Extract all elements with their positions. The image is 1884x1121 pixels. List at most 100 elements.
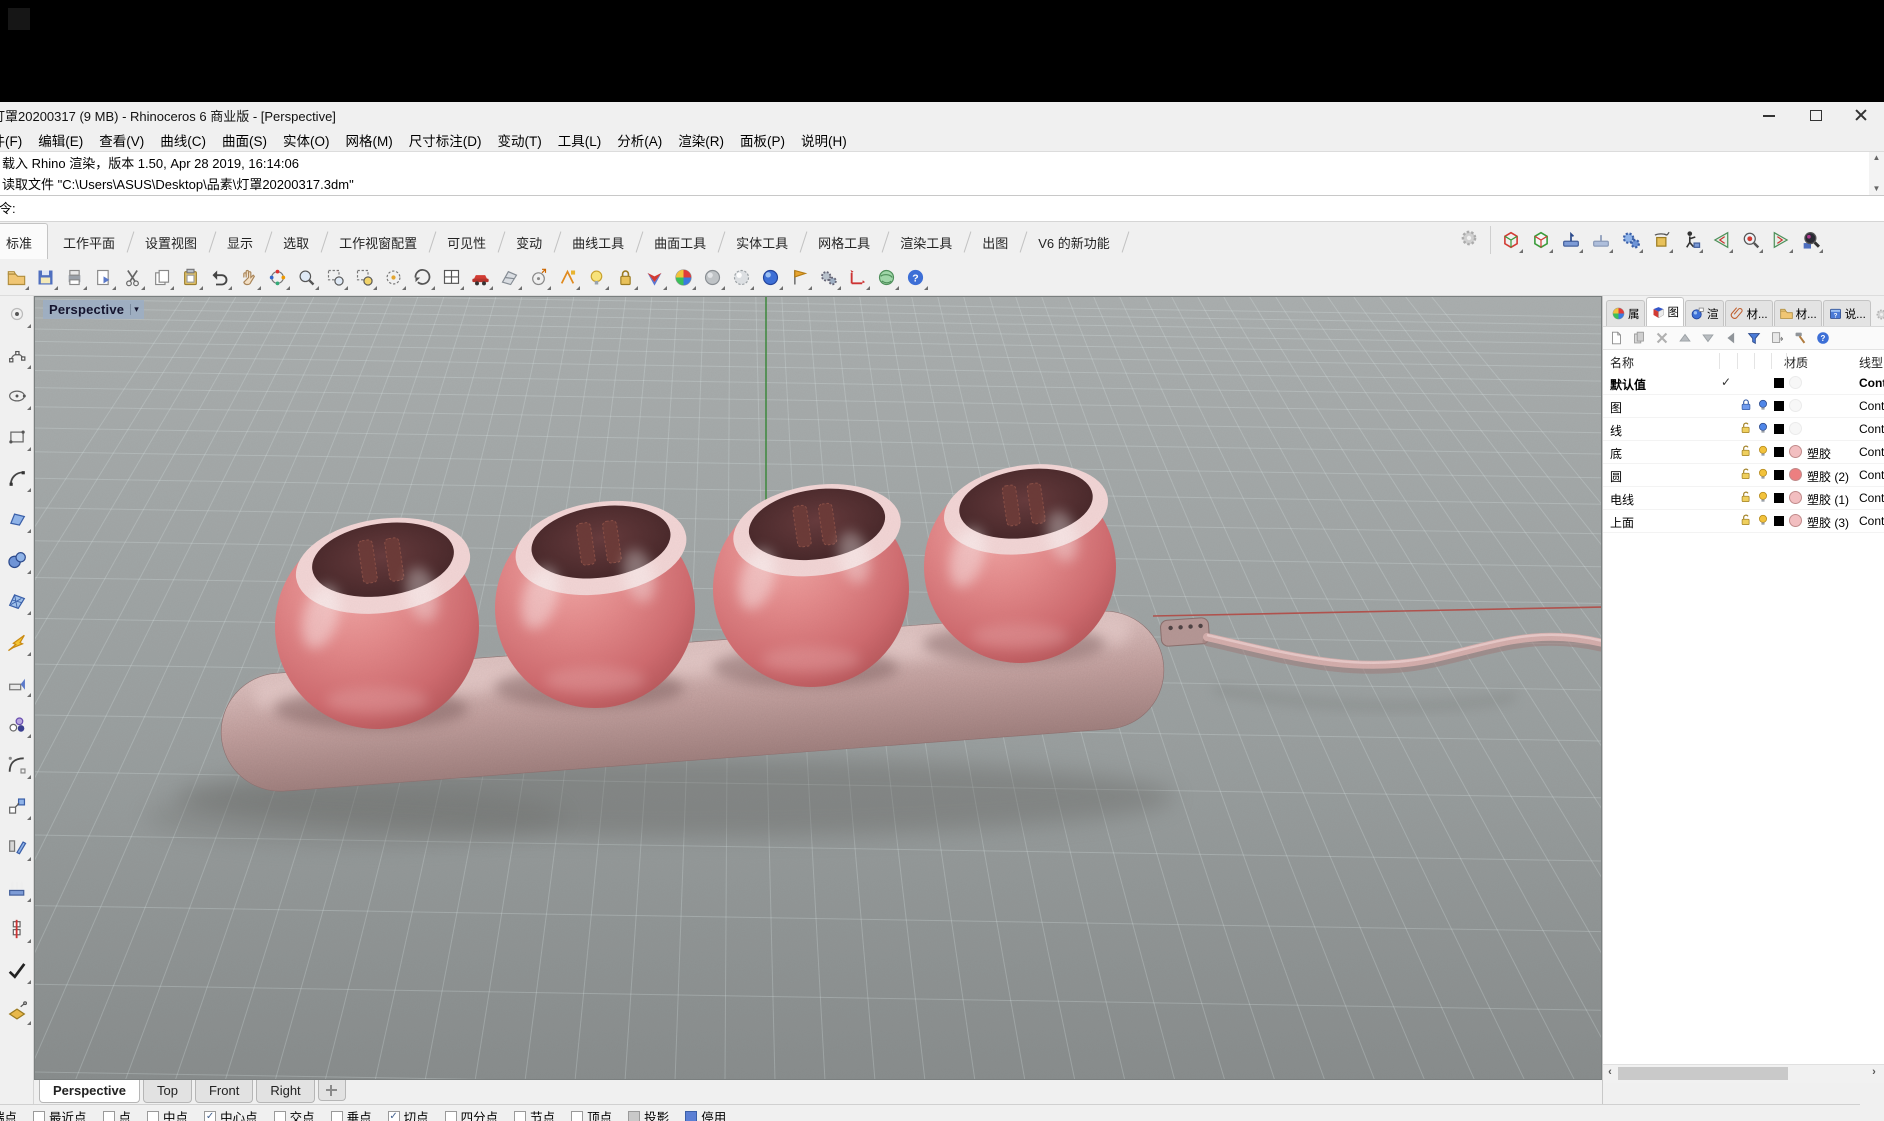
toolbar-tab[interactable]: 渲染工具 [885, 224, 967, 260]
lamp-bulb-button[interactable] [583, 264, 610, 291]
menu-item-5[interactable]: 实体(O) [275, 128, 338, 152]
pnl-copy-button[interactable] [1631, 330, 1647, 346]
scroll-left-icon[interactable]: ‹ [1603, 1066, 1617, 1078]
layer-bulb-icon[interactable] [1756, 513, 1770, 527]
settings-gears-button[interactable] [1617, 227, 1644, 254]
pnl-up-button[interactable] [1677, 330, 1693, 346]
toolbar-options-gear-icon[interactable] [1458, 227, 1484, 253]
help-button[interactable]: ? [902, 264, 929, 291]
zoom-lens-sphere-button[interactable] [1737, 227, 1764, 254]
layer-name[interactable]: 底 [1610, 445, 1622, 462]
cut-scissors-button[interactable] [119, 264, 146, 291]
pnl-left-button[interactable] [1723, 330, 1739, 346]
menu-item-8[interactable]: 变动(T) [490, 128, 550, 152]
lock-open-icon[interactable] [1739, 421, 1753, 435]
toolbar-tab[interactable]: 变动 [501, 224, 557, 260]
pnl-delete-button[interactable] [1654, 330, 1670, 346]
print-button[interactable] [61, 264, 88, 291]
lock-open-icon[interactable] [1739, 513, 1753, 527]
menu-item-13[interactable]: 说明(H) [793, 128, 855, 152]
layer-material-swatch[interactable] [1789, 491, 1802, 504]
undo-view-button[interactable] [409, 264, 436, 291]
viewport-tab-front[interactable]: Front [195, 1080, 253, 1103]
zoom-target-button[interactable] [380, 264, 407, 291]
osnap-checkbox[interactable] [445, 1111, 457, 1121]
command-history-scrollbar[interactable]: ▲ ▼ [1869, 152, 1884, 195]
osnap-交点[interactable]: 交点 [274, 1107, 315, 1121]
toolbar-tab[interactable]: 可见性 [432, 224, 501, 260]
osnap-四分点[interactable]: 四分点 [445, 1107, 499, 1121]
menu-item-2[interactable]: 查看(V) [91, 128, 152, 152]
viewport-title[interactable]: Perspective ▾ [43, 300, 144, 319]
toolbar-tab[interactable]: 工作平面 [48, 224, 130, 260]
cplane-circle-button[interactable] [525, 264, 552, 291]
osnap-中心点[interactable]: ✓中心点 [204, 1107, 258, 1121]
menu-item-11[interactable]: 渲染(R) [670, 128, 732, 152]
toolbar-tab[interactable]: 工作视窗配置 [324, 224, 432, 260]
zoom-window-button[interactable] [322, 264, 349, 291]
osnap-节点[interactable]: 节点 [514, 1107, 555, 1121]
toolbar-tab[interactable]: 设置视图 [130, 224, 212, 260]
osnap-checkbox[interactable] [514, 1111, 526, 1121]
command-input[interactable]: 指令: [0, 195, 1884, 222]
layer-name[interactable]: 上面 [1610, 514, 1634, 531]
viewport-layout-button[interactable] [438, 264, 465, 291]
layer-row[interactable]: 圆塑胶 (2)Continuous [1603, 464, 1884, 487]
toolbar-tab[interactable]: 显示 [212, 224, 268, 260]
lock-closed-icon[interactable] [1739, 398, 1753, 412]
sphere-blue-button[interactable] [757, 264, 784, 291]
minimize-button[interactable] [1754, 105, 1784, 125]
panel-tab-0[interactable]: 属 [1606, 300, 1645, 326]
export-doc-button[interactable] [90, 264, 117, 291]
scrollbar-thumb[interactable] [1618, 1067, 1788, 1080]
pnl-filter-button[interactable] [1746, 330, 1762, 346]
annotate-flag-button[interactable] [786, 264, 813, 291]
lock-open-icon[interactable] [1739, 490, 1753, 504]
toolbar-tab[interactable]: 出图 [967, 224, 1023, 260]
maximize-button[interactable] [1800, 105, 1830, 125]
rotate-box-button[interactable] [1647, 227, 1674, 254]
layer-bulb-icon[interactable] [1756, 398, 1770, 412]
layer-name[interactable]: 电线 [1610, 491, 1634, 508]
panel-tab-3[interactable]: 材... [1725, 300, 1773, 326]
layer-material-swatch[interactable] [1789, 468, 1802, 481]
viewport-tab-right[interactable]: Right [256, 1080, 314, 1103]
layer-material-swatch[interactable] [1789, 445, 1802, 458]
layer-row[interactable]: 图Continuous [1603, 395, 1884, 418]
transform-button[interactable] [3, 833, 31, 861]
osnap-checkbox[interactable] [147, 1111, 159, 1121]
menu-item-10[interactable]: 分析(A) [609, 128, 670, 152]
options-gears-button[interactable] [815, 264, 842, 291]
toolbar-tab[interactable]: 实体工具 [721, 224, 803, 260]
osnap-点[interactable]: 点 [103, 1107, 132, 1121]
toolbar-tab[interactable]: 标准 [0, 223, 48, 260]
move-button[interactable] [3, 792, 31, 820]
panel-horizontal-scrollbar[interactable]: ‹ › [1603, 1064, 1884, 1083]
layer-material-swatch[interactable] [1789, 376, 1802, 389]
osnap-checkbox[interactable] [331, 1111, 343, 1121]
menu-item-1[interactable]: 编辑(E) [30, 128, 91, 152]
toolbar-tab[interactable]: 曲线工具 [557, 224, 639, 260]
named-view-car-button[interactable] [467, 264, 494, 291]
orbit-button[interactable] [264, 264, 291, 291]
osnap-checkbox[interactable] [628, 1111, 640, 1121]
osnap-checkbox[interactable]: ✓ [388, 1111, 400, 1121]
osnap-最近点[interactable]: 最近点 [33, 1107, 87, 1121]
perspective-viewport[interactable]: Perspective ▾ [34, 296, 1602, 1080]
play-left-button[interactable] [1707, 227, 1734, 254]
layer-name[interactable]: 默认值 [1610, 376, 1646, 393]
extrude-button[interactable] [3, 874, 31, 902]
menu-item-0[interactable]: 文件(F) [0, 128, 30, 152]
osnap-checkbox[interactable] [33, 1111, 45, 1121]
layer-material-swatch[interactable] [1789, 422, 1802, 435]
osnap-checkbox[interactable] [571, 1111, 583, 1121]
toolbar-tab[interactable]: 网格工具 [803, 224, 885, 260]
layer-bulb-icon[interactable] [1756, 490, 1770, 504]
layer-bulb-icon[interactable] [1756, 467, 1770, 481]
new-viewport-tab[interactable] [318, 1080, 346, 1101]
close-button[interactable] [1846, 105, 1876, 125]
layer-row[interactable]: 电线塑胶 (1)Continuous [1603, 487, 1884, 510]
layer-material-swatch[interactable] [1789, 399, 1802, 412]
osnap-垂点[interactable]: 垂点 [331, 1107, 372, 1121]
menu-item-9[interactable]: 工具(L) [550, 128, 610, 152]
